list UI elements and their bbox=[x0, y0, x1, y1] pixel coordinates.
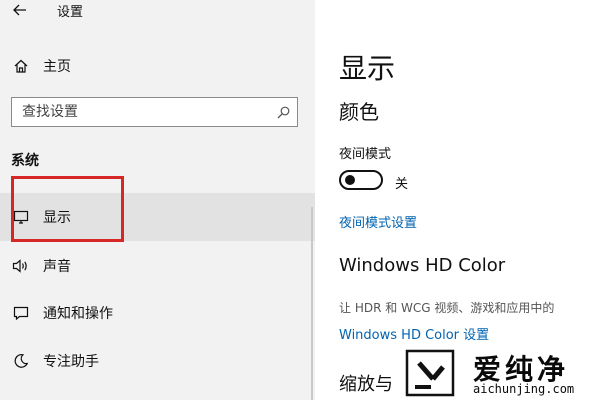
section-header: 系统 bbox=[11, 153, 39, 169]
home-icon bbox=[12, 57, 30, 75]
sidebar-item-focus-assist[interactable]: 专注助手 bbox=[0, 337, 315, 385]
scale-layout-title: 缩放与 bbox=[339, 374, 393, 395]
sidebar-item-label: 通知和操作 bbox=[43, 306, 113, 322]
monitor-icon bbox=[12, 208, 30, 226]
moon-icon bbox=[12, 352, 30, 370]
toggle-knob bbox=[345, 175, 355, 185]
main-panel: 显示 颜色 夜间模式 关 夜间模式设置 Windows HD Color 让 H… bbox=[315, 0, 600, 400]
back-button[interactable] bbox=[10, 0, 30, 20]
night-light-label: 夜间模式 bbox=[339, 147, 392, 162]
search-box bbox=[11, 97, 298, 127]
section-title-color: 颜色 bbox=[339, 100, 379, 124]
page-title: 显示 bbox=[339, 52, 396, 85]
search-input[interactable] bbox=[12, 98, 267, 126]
sidebar-item-notifications[interactable]: 通知和操作 bbox=[0, 289, 315, 337]
window-title: 设置 bbox=[57, 5, 84, 20]
sidebar-item-label: 显示 bbox=[43, 210, 71, 226]
sidebar-item-label: 专注助手 bbox=[43, 354, 99, 370]
sidebar: 设置 主页 系统 显示 bbox=[0, 0, 315, 400]
scrollbar[interactable] bbox=[311, 207, 313, 400]
hd-color-title: Windows HD Color bbox=[339, 255, 506, 276]
sidebar-item-label: 声音 bbox=[43, 259, 71, 275]
watermark: 爱纯净 aichunjing.com bbox=[403, 347, 600, 400]
notification-icon bbox=[12, 304, 30, 322]
watermark-url: aichunjing.com bbox=[473, 382, 575, 396]
back-arrow-icon bbox=[13, 4, 26, 16]
night-light-toggle[interactable] bbox=[339, 170, 383, 190]
sidebar-item-sound[interactable]: 声音 bbox=[0, 242, 315, 290]
hd-color-description: 让 HDR 和 WCG 视频、游戏和应用中的 bbox=[339, 301, 555, 315]
search-icon[interactable] bbox=[275, 104, 291, 120]
toggle-state-text: 关 bbox=[395, 177, 409, 192]
night-light-settings-link[interactable]: 夜间模式设置 bbox=[339, 212, 417, 231]
sidebar-item-home[interactable]: 主页 bbox=[0, 42, 315, 90]
speaker-icon bbox=[12, 257, 30, 275]
sidebar-item-display[interactable]: 显示 bbox=[0, 193, 315, 241]
hd-color-settings-link[interactable]: Windows HD Color 设置 bbox=[339, 324, 489, 343]
watermark-logo-icon bbox=[405, 349, 455, 397]
sidebar-item-label: 主页 bbox=[43, 59, 71, 75]
